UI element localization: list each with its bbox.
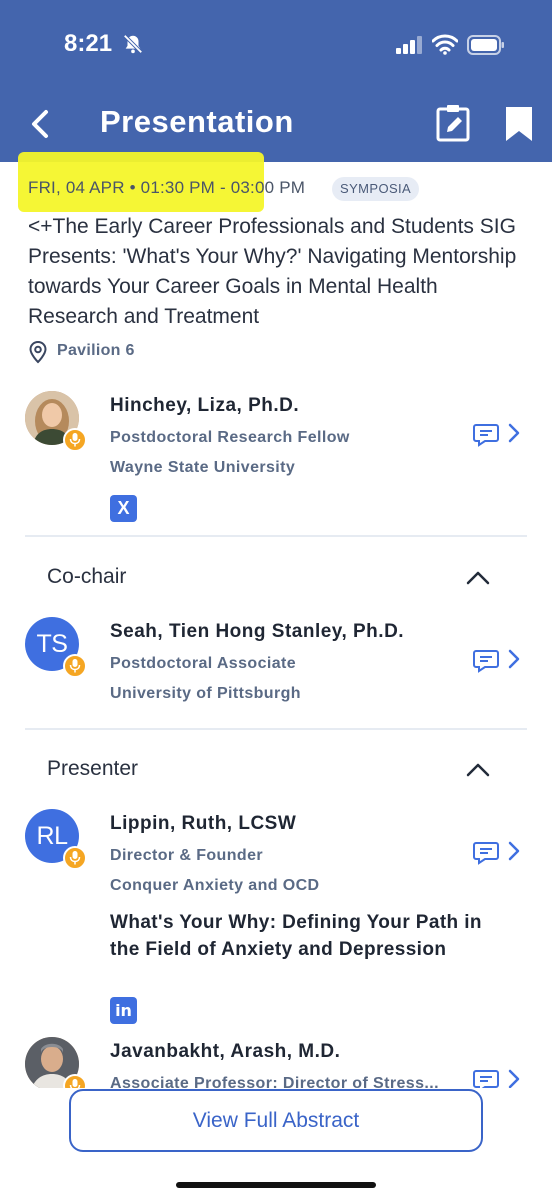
view-full-abstract-button[interactable]: View Full Abstract	[69, 1089, 483, 1152]
bell-off-icon	[123, 34, 143, 54]
person-name: Javanbakht, Arash, M.D.	[110, 1041, 341, 1062]
person-role: Postdoctoral Research Fellow	[110, 429, 350, 446]
message-icon[interactable]	[473, 649, 499, 673]
battery-icon	[467, 35, 504, 55]
chevron-right-icon[interactable]	[507, 422, 521, 444]
cochair-person[interactable]: TS Seah, Tien Hong Stanley, Ph.D. Postdo…	[0, 617, 552, 717]
x-social-icon[interactable]: X	[110, 495, 137, 522]
session-type-tag: SYMPOSIA	[332, 177, 420, 201]
status-time: 8:21	[64, 30, 113, 57]
person-organization: University of Pittsburgh	[110, 685, 301, 702]
bookmark-icon[interactable]	[504, 105, 534, 143]
person-role: Director & Founder	[110, 847, 263, 864]
divider	[25, 535, 527, 537]
page-title: Presentation	[100, 104, 294, 139]
message-icon[interactable]	[473, 841, 499, 865]
chevron-up-icon[interactable]	[465, 570, 491, 586]
person-organization: Wayne State University	[110, 459, 296, 476]
divider	[25, 728, 527, 730]
back-chevron-icon[interactable]	[24, 104, 56, 144]
message-icon[interactable]	[473, 423, 499, 447]
chevron-up-icon[interactable]	[465, 762, 491, 778]
home-indicator	[176, 1182, 376, 1188]
section-heading-cochair: Co-chair	[47, 565, 127, 588]
microphone-icon	[63, 846, 87, 870]
talk-title: What's Your Why: Defining Your Path in t…	[110, 912, 482, 960]
clipboard-edit-icon[interactable]	[436, 104, 470, 142]
wifi-icon	[432, 34, 458, 55]
person-role: Postdoctoral Associate	[110, 655, 297, 672]
chevron-right-icon[interactable]	[507, 840, 521, 862]
linkedin-icon[interactable]: in	[110, 997, 137, 1024]
app-header: 8:21 Presentation	[0, 0, 552, 162]
section-heading-presenter: Presenter	[47, 757, 139, 780]
session-datetime: FRI, 04 APR • 01:30 PM - 03:00 PM	[28, 178, 306, 197]
cell-signal-icon	[396, 36, 422, 54]
person-name: Hinchey, Liza, Ph.D.	[110, 395, 300, 416]
person-organization: Conquer Anxiety and OCD	[110, 877, 320, 894]
microphone-icon	[63, 654, 87, 678]
chair-person[interactable]: Hinchey, Liza, Ph.D. Postdoctoral Resear…	[0, 391, 552, 531]
person-name: Lippin, Ruth, LCSW	[110, 813, 297, 834]
location-pin-icon	[29, 340, 47, 364]
session-location: Pavilion 6	[57, 342, 135, 359]
presenter-person[interactable]: RL Lippin, Ruth, LCSW Director & Founder…	[0, 809, 552, 1029]
chevron-right-icon[interactable]	[507, 1068, 521, 1090]
microphone-icon	[63, 428, 87, 452]
person-name: Seah, Tien Hong Stanley, Ph.D.	[110, 621, 405, 642]
session-title: <+The Early Career Professionals and Stu…	[28, 215, 517, 328]
chevron-right-icon[interactable]	[507, 648, 521, 670]
